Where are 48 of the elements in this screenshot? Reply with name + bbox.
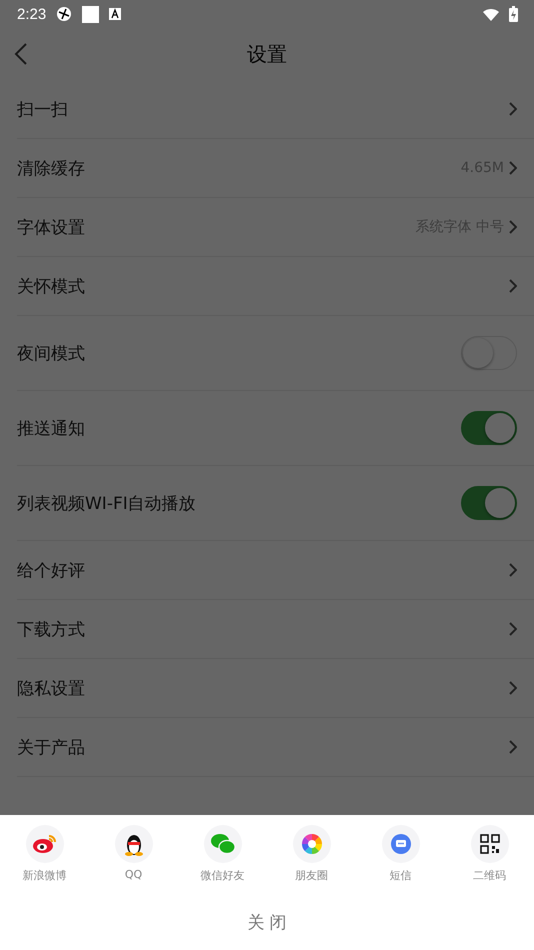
chevron-right-icon <box>508 622 517 636</box>
back-icon[interactable] <box>14 42 28 66</box>
setting-label: 关于产品 <box>17 736 86 758</box>
setting-label: 清除缓存 <box>17 158 86 180</box>
settings-row[interactable]: 下载方式 <box>17 600 534 659</box>
chevron-right-icon <box>508 102 517 116</box>
penguin-icon <box>124 832 144 856</box>
share-target[interactable]: 朋友圈 <box>267 825 356 883</box>
close-button[interactable]: 关 闭 <box>227 907 307 938</box>
chevron-right-icon <box>508 161 517 175</box>
eye-logo-icon <box>32 833 58 855</box>
chevron-right-icon <box>508 681 517 695</box>
share-target[interactable]: 新浪微博 <box>0 825 89 883</box>
settings-row[interactable]: 关怀模式 <box>17 257 534 316</box>
chevron-right-icon <box>508 563 517 577</box>
keyboard-icon <box>109 8 122 20</box>
qr-code-icon <box>480 834 500 854</box>
setting-label: 隐私设置 <box>17 678 86 700</box>
setting-label: 字体设置 <box>17 216 86 238</box>
aperture-icon <box>300 833 322 855</box>
square-icon <box>82 6 100 22</box>
page-title: 设置 <box>247 40 287 68</box>
chat-bubbles-icon <box>210 833 236 855</box>
settings-row[interactable]: 关于产品 <box>17 718 534 777</box>
share-target[interactable]: 短信 <box>356 825 445 883</box>
setting-label: 扫一扫 <box>17 98 69 120</box>
share-target[interactable]: 二维码 <box>445 825 534 883</box>
chevron-right-icon <box>508 220 517 234</box>
setting-label: 列表视频WI-FI自动播放 <box>17 492 197 514</box>
chevron-right-icon <box>508 279 517 293</box>
share-target[interactable]: 微信好友 <box>178 825 267 883</box>
status-time: 2:23 <box>17 6 46 22</box>
sync-icon <box>56 6 72 22</box>
setting-label: 给个好评 <box>17 560 86 582</box>
chevron-right-icon <box>508 740 517 754</box>
settings-row[interactable]: 隐私设置 <box>17 659 534 718</box>
wifi-icon <box>483 8 499 20</box>
setting-label: 关怀模式 <box>17 276 86 298</box>
message-icon <box>390 833 412 855</box>
setting-label: 下载方式 <box>17 618 86 640</box>
toggle-switch[interactable] <box>461 486 517 520</box>
settings-row[interactable]: 给个好评 <box>17 541 534 600</box>
battery-icon <box>509 6 518 22</box>
share-target[interactable]: QQ <box>89 825 178 883</box>
setting-label: 夜间模式 <box>17 342 86 364</box>
toggle-switch[interactable] <box>461 411 517 445</box>
setting-label: 推送通知 <box>17 418 86 440</box>
settings-row[interactable]: 扫一扫 <box>17 80 534 139</box>
